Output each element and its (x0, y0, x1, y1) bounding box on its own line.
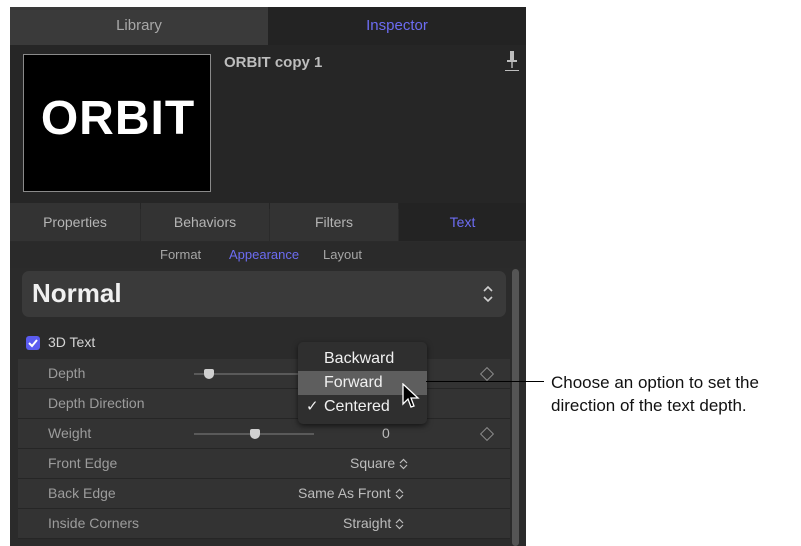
preset-value: Normal (32, 278, 122, 308)
row-label: Depth (48, 365, 86, 381)
keyframe-icon[interactable] (479, 366, 495, 382)
front-edge-popup[interactable]: Square (350, 455, 408, 471)
weight-slider[interactable] (194, 429, 314, 439)
text-pane-tabs: Format Appearance Layout (10, 242, 526, 268)
chevron-updown-icon (395, 488, 404, 500)
tab-properties[interactable]: Properties (10, 203, 140, 241)
tab-behaviors[interactable]: Behaviors (141, 203, 269, 241)
mouse-pointer-icon (402, 383, 420, 408)
row-depth: Depth (18, 359, 510, 389)
checkmark-icon (28, 339, 38, 348)
front-edge-value: Square (350, 455, 396, 471)
object-preview: ORBIT (23, 54, 211, 192)
tab-layout[interactable]: Layout (323, 247, 362, 262)
3d-text-checkbox[interactable] (26, 336, 40, 350)
inspector-header: ORBIT ORBIT copy 1 (10, 45, 526, 209)
inside-corners-popup[interactable]: Straight (343, 515, 404, 531)
tab-inspector[interactable]: Inspector (268, 7, 526, 45)
slider-knob[interactable] (204, 369, 214, 379)
row-depth-direction: Depth Direction (18, 389, 510, 419)
inspector-panel: Library Inspector ORBIT ORBIT copy 1 Pro… (10, 7, 526, 546)
row-label: Front Edge (48, 455, 118, 471)
chevron-updown-icon (483, 285, 493, 303)
row-front-edge: Front Edge Square (18, 449, 510, 479)
keyframe-icon[interactable] (479, 426, 495, 442)
weight-value[interactable]: 0 (382, 425, 390, 441)
style-preset-popup[interactable]: Normal (22, 271, 506, 317)
tab-filters[interactable]: Filters (270, 203, 398, 241)
callout-line (426, 381, 544, 382)
back-edge-popup[interactable]: Same As Front (298, 485, 404, 501)
menu-item-label: Backward (324, 350, 395, 367)
section-3d-text: 3D Text (10, 332, 526, 354)
row-back-edge: Back Edge Same As Front (18, 479, 510, 509)
inside-corners-value: Straight (343, 515, 392, 531)
scrollbar[interactable] (512, 269, 519, 546)
back-edge-value: Same As Front (298, 485, 391, 501)
callout-text: Choose an option to set the direction of… (551, 373, 759, 415)
pin-icon[interactable] (505, 50, 519, 72)
tab-library[interactable]: Library (10, 7, 268, 45)
checkmark-icon: ✓ (306, 398, 319, 415)
row-label: Back Edge (48, 485, 116, 501)
row-label: Depth Direction (48, 395, 145, 411)
chevron-updown-icon (395, 518, 404, 530)
tab-appearance[interactable]: Appearance (229, 247, 299, 262)
menu-item-label: Forward (324, 374, 383, 391)
menu-item-label: Centered (324, 398, 390, 415)
tab-format[interactable]: Format (160, 247, 201, 262)
row-label: Weight (48, 425, 92, 441)
inspector-sub-tabs: Properties Behaviors Filters Text (10, 203, 526, 241)
object-name: ORBIT copy 1 (224, 54, 323, 71)
section-label: 3D Text (48, 334, 96, 350)
slider-knob[interactable] (250, 429, 260, 439)
tab-text[interactable]: Text (399, 203, 526, 241)
row-inside-corners: Inside Corners Straight (18, 509, 510, 539)
row-label: Inside Corners (48, 515, 140, 531)
chevron-updown-icon (399, 458, 408, 470)
row-weight: Weight 0 (18, 419, 510, 449)
depth-slider[interactable] (194, 369, 314, 379)
top-tab-bar: Library Inspector (10, 7, 526, 45)
preview-text: ORBIT (40, 92, 196, 145)
menu-item-backward[interactable]: Backward (298, 347, 427, 371)
